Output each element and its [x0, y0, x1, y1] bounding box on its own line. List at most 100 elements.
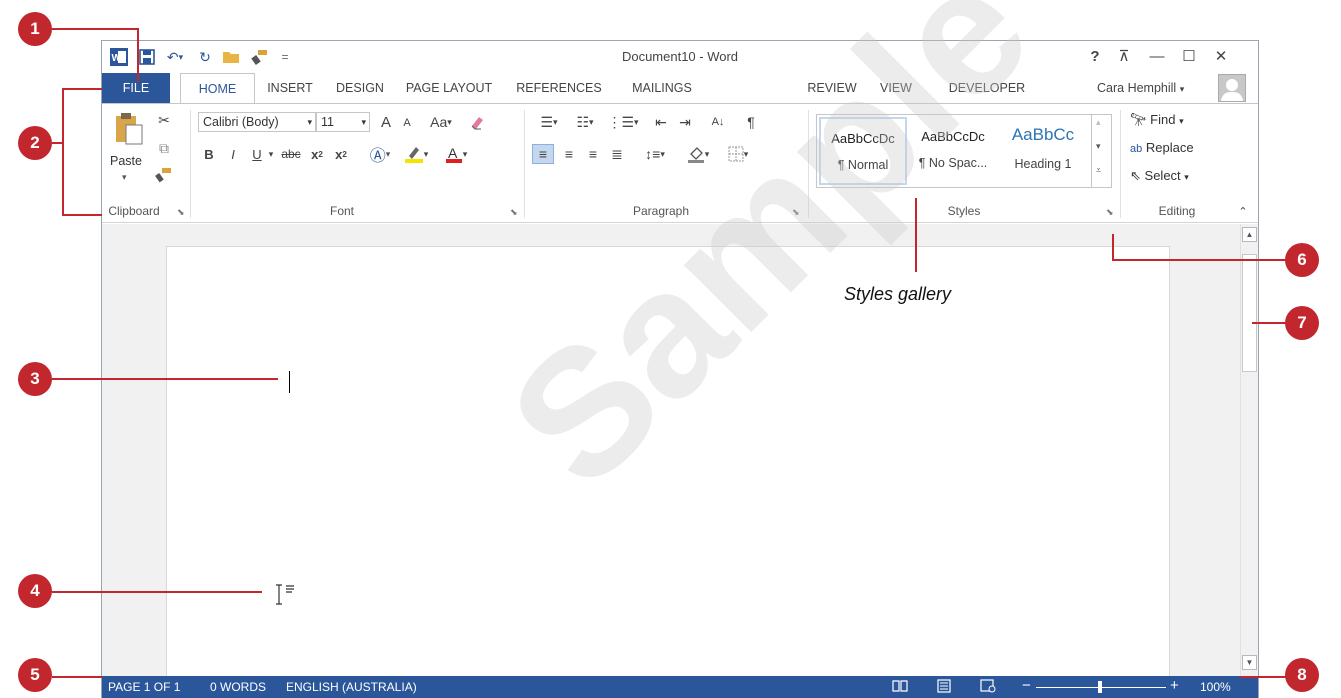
change-case-button[interactable]: Aa ▾: [426, 112, 456, 132]
line-spacing-icon[interactable]: ↕≡ ▾: [638, 144, 672, 164]
font-size-combo[interactable]: 11 ▾: [316, 112, 370, 132]
grow-font-button[interactable]: A: [376, 112, 396, 132]
clear-formatting-icon[interactable]: [466, 112, 488, 132]
callout-line-1: [52, 28, 138, 30]
callout-line-6a: [1112, 234, 1114, 260]
font-color-icon[interactable]: A ▾: [438, 144, 474, 164]
align-right-icon[interactable]: ≡: [582, 144, 604, 164]
styles-launcher-icon[interactable]: ⬊: [1106, 207, 1114, 218]
callout-line-2: [52, 142, 62, 144]
superscript-button[interactable]: x2: [330, 144, 352, 164]
callout-badge-7: 7: [1285, 306, 1319, 340]
underline-dropdown-icon[interactable]: ▾: [266, 144, 276, 164]
change-case-label: Aa: [430, 114, 448, 130]
tab-page-layout[interactable]: PAGE LAYOUT: [398, 73, 500, 103]
replace-label: Replace: [1145, 140, 1194, 155]
web-layout-icon[interactable]: [980, 679, 996, 696]
styles-scroll: ▴ ▾ ⩡: [1091, 115, 1112, 187]
text-cursor: [289, 371, 290, 393]
ribbon-display-options-icon[interactable]: ⊼: [1110, 45, 1138, 67]
select-label: Select: [1144, 168, 1181, 183]
scroll-down-icon[interactable]: ▼: [1242, 655, 1257, 670]
align-left-icon[interactable]: ≡: [532, 144, 554, 164]
paste-label: Paste: [110, 154, 142, 168]
font-size-value: 11: [321, 115, 334, 129]
replace-button[interactable]: ab Replace: [1130, 140, 1194, 155]
clipboard-icon: [114, 112, 144, 151]
print-layout-icon[interactable]: [936, 679, 952, 696]
minimize-button[interactable]: —: [1143, 45, 1171, 67]
vertical-scrollbar[interactable]: ▲ ▼: [1240, 224, 1258, 676]
find-button[interactable]: 🔭︎ Find ▾: [1130, 112, 1184, 128]
title-bar: W ↶ ▾ ↻ = Document10 - Word ? ⊼ — ☐ ✕: [102, 41, 1258, 73]
zoom-in-button[interactable]: +: [1170, 677, 1179, 694]
tab-file[interactable]: FILE: [102, 73, 170, 103]
zoom-slider-thumb[interactable]: [1098, 681, 1102, 693]
decrease-indent-icon[interactable]: ⇤: [650, 112, 672, 132]
clipboard-group-label: Clipboard: [108, 204, 160, 218]
find-icon: 🔭︎: [1130, 112, 1147, 127]
paste-button[interactable]: Paste ▾: [108, 110, 146, 188]
numbering-icon[interactable]: ☷ ▾: [568, 112, 602, 132]
word-count-status[interactable]: 0 WORDS: [210, 680, 266, 694]
tab-mailings[interactable]: MAILINGS: [617, 73, 707, 103]
help-button[interactable]: ?: [1081, 45, 1109, 67]
font-launcher-icon[interactable]: ⬊: [510, 207, 518, 218]
subscript-button[interactable]: x2: [306, 144, 328, 164]
bold-button[interactable]: B: [200, 144, 218, 164]
maximize-button[interactable]: ☐: [1175, 45, 1203, 67]
callout-line-7: [1252, 322, 1286, 324]
styles-more-icon[interactable]: ⩡: [1096, 165, 1101, 176]
scroll-up-icon[interactable]: ▲: [1242, 227, 1257, 242]
font-group-label: Font: [329, 204, 354, 218]
callout-line-4: [52, 591, 262, 593]
justify-icon[interactable]: ≣: [606, 144, 628, 164]
copy-icon[interactable]: ⧉: [154, 138, 174, 158]
callout-badge-8: 8: [1285, 658, 1319, 692]
highlight-color-icon[interactable]: ▾: [398, 144, 434, 164]
click-and-type-pointer-icon: [273, 583, 301, 612]
italic-button[interactable]: I: [224, 144, 242, 164]
styles-scroll-up-icon[interactable]: ▴: [1096, 117, 1101, 128]
callout-line-1b: [137, 28, 139, 82]
user-name: Cara Hemphill: [1097, 81, 1177, 95]
align-center-icon[interactable]: ≡: [558, 144, 580, 164]
clipboard-launcher-icon[interactable]: ⬊: [177, 207, 185, 218]
close-button[interactable]: ✕: [1207, 45, 1235, 67]
text-effects-icon[interactable]: Ⓐ ▾: [364, 144, 396, 165]
tab-home[interactable]: HOME: [180, 73, 255, 104]
font-name-combo[interactable]: Calibri (Body) ▾: [198, 112, 316, 132]
page-count-status[interactable]: PAGE 1 OF 1: [108, 680, 180, 694]
callout-line-8: [1240, 676, 1286, 678]
callout-bracket-2-top: [62, 88, 102, 90]
cut-icon[interactable]: ✂: [154, 110, 174, 130]
format-painter-icon[interactable]: [154, 166, 174, 186]
bullets-icon[interactable]: ☰ ▾: [532, 112, 566, 132]
read-mode-icon[interactable]: [892, 679, 908, 696]
select-cursor-icon: ⇖: [1130, 168, 1141, 183]
styles-scroll-down-icon[interactable]: ▾: [1096, 141, 1101, 152]
replace-icon: ab: [1130, 143, 1143, 155]
tab-design[interactable]: DESIGN: [328, 73, 392, 103]
callout-badge-4: 4: [18, 574, 52, 608]
shrink-font-button[interactable]: A: [398, 114, 416, 132]
multilevel-list-icon[interactable]: ⋮☰ ▾: [604, 112, 642, 132]
callout-line-3: [52, 378, 278, 380]
scroll-thumb[interactable]: [1242, 254, 1257, 372]
zoom-out-button[interactable]: −: [1022, 677, 1031, 694]
select-button[interactable]: ⇖ Select ▾: [1130, 168, 1189, 184]
underline-button[interactable]: U: [248, 144, 266, 164]
increase-indent-icon[interactable]: ⇥: [674, 112, 696, 132]
language-status[interactable]: ENGLISH (AUSTRALIA): [286, 680, 417, 694]
callout-badge-6: 6: [1285, 243, 1319, 277]
collapse-ribbon-icon[interactable]: ⌃: [1236, 204, 1250, 218]
callout-line-6: [1112, 259, 1286, 261]
user-account[interactable]: Cara Hemphill ▾: [1097, 73, 1184, 104]
avatar[interactable]: [1218, 74, 1246, 102]
tab-references[interactable]: REFERENCES: [507, 73, 611, 103]
status-bar: PAGE 1 OF 1 0 WORDS ENGLISH (AUSTRALIA) …: [102, 676, 1258, 698]
style-heading-1-name: Heading 1: [1014, 157, 1072, 171]
zoom-level[interactable]: 100%: [1200, 680, 1231, 694]
strikethrough-button[interactable]: abc: [278, 144, 304, 164]
tab-insert[interactable]: INSERT: [260, 73, 320, 103]
